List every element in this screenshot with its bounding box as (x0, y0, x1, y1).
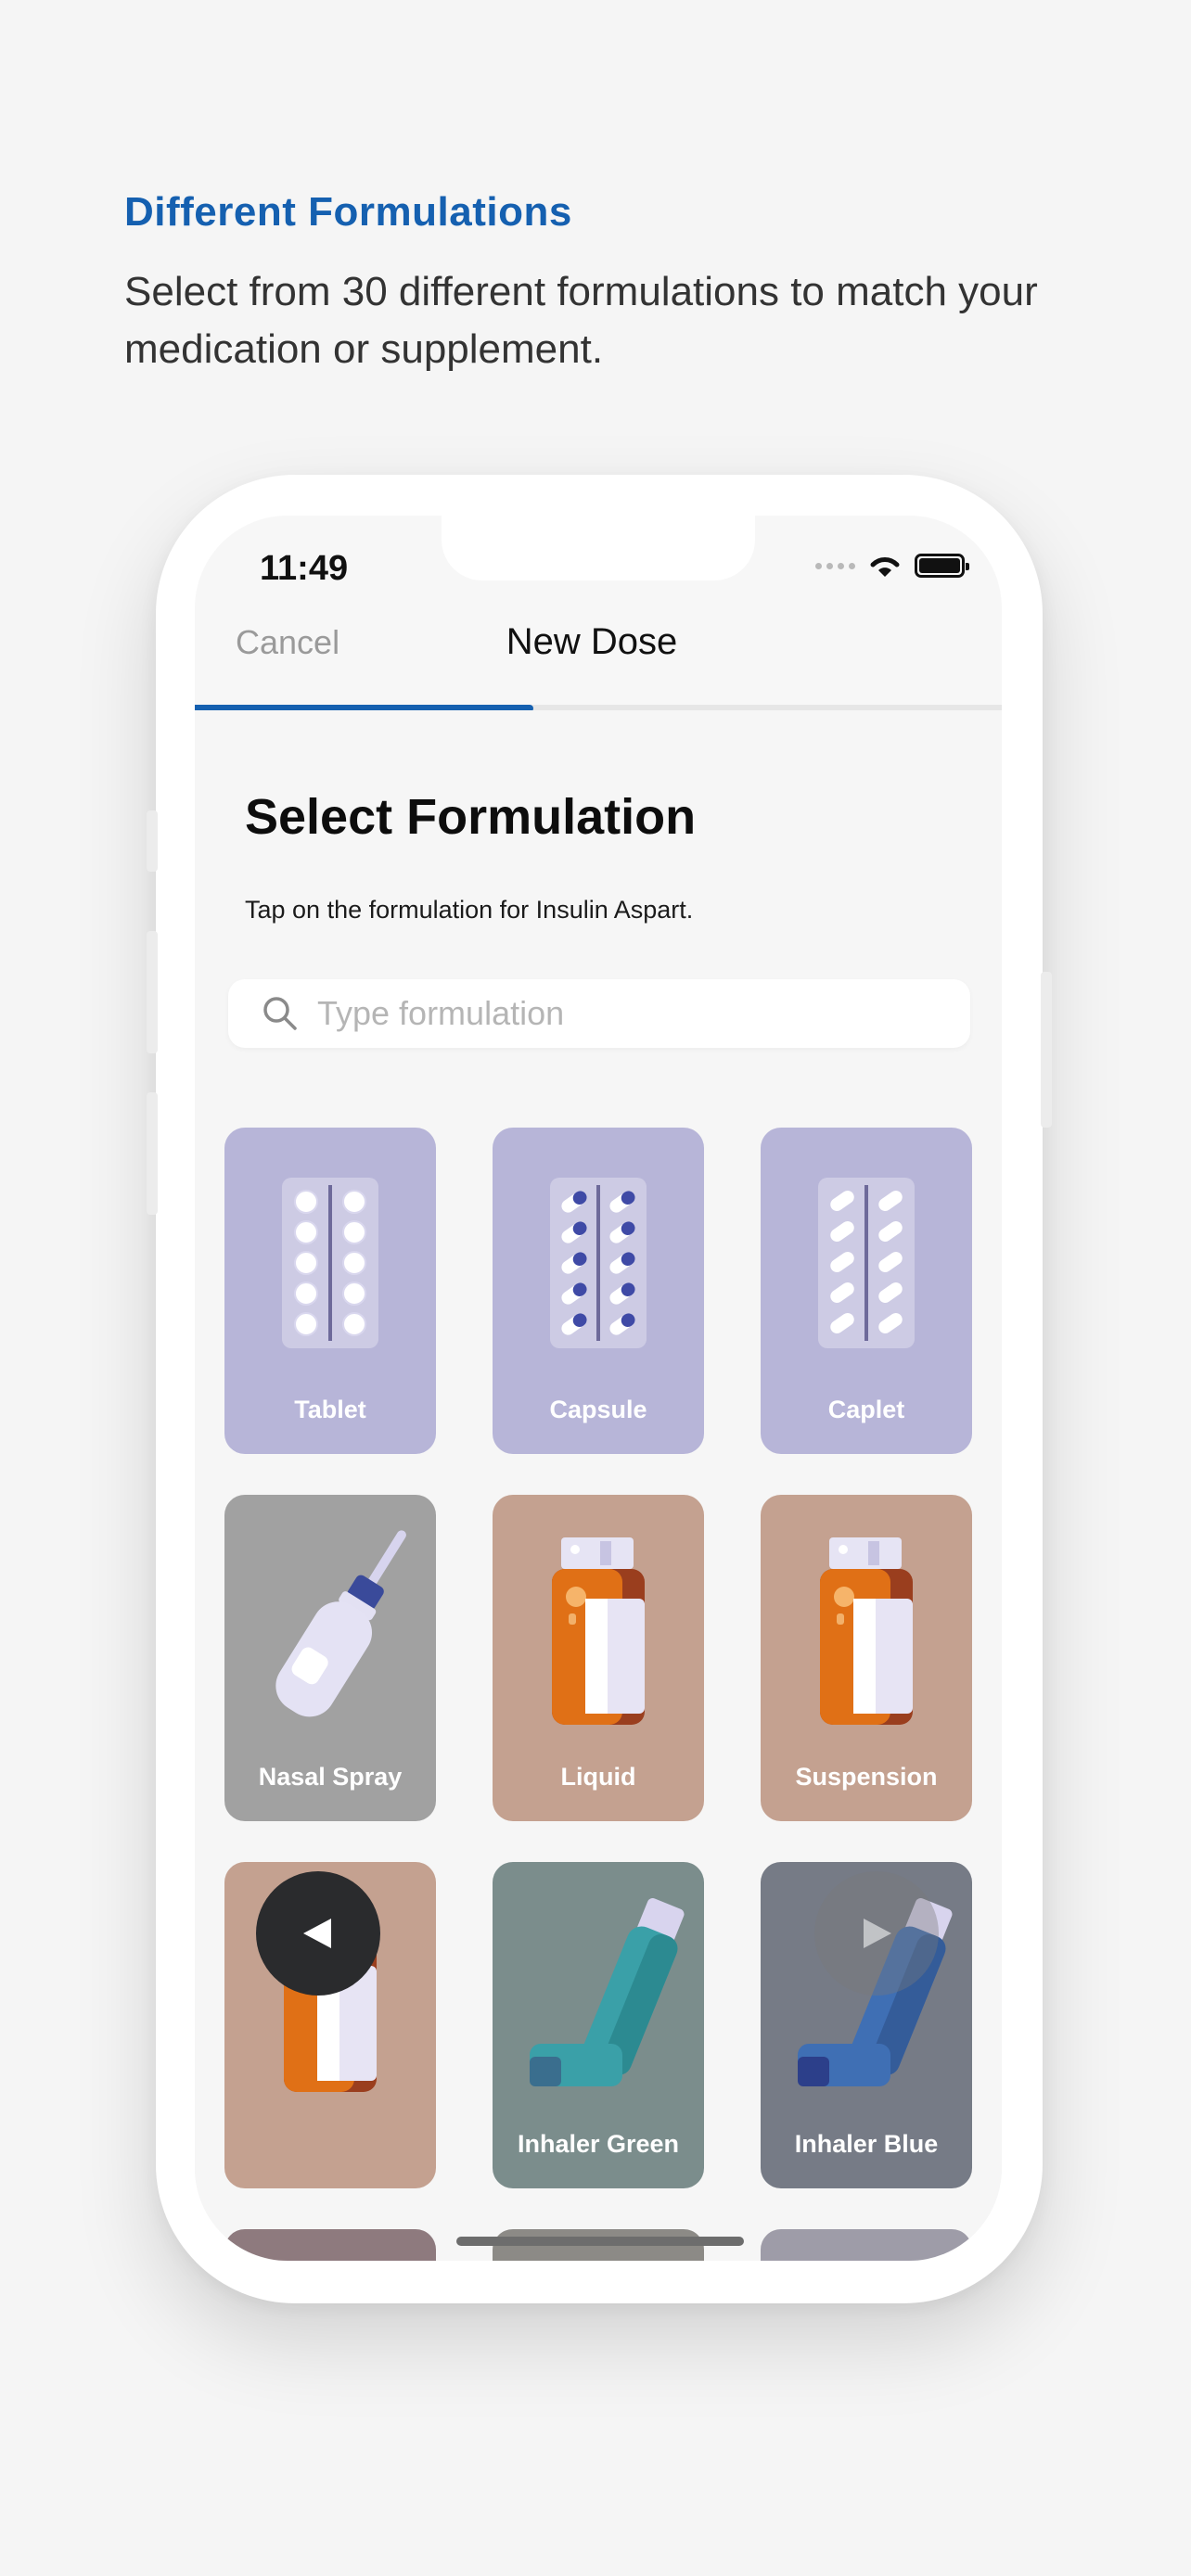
signal-icon (815, 562, 855, 569)
volume-up-button (147, 931, 158, 1053)
formulation-label: Tablet (294, 1396, 366, 1423)
formulation-label: Inhaler Green (517, 2130, 680, 2158)
formulation-card-suspension[interactable]: Suspension (761, 1495, 972, 1821)
battery-icon (915, 554, 969, 578)
content-area: Select Formulation Tap on the formulatio… (195, 710, 1002, 2261)
nav-title: New Dose (195, 621, 1002, 663)
previous-button[interactable] (256, 1871, 380, 1996)
formulation-card-nasal-spray[interactable]: Nasal Spray (224, 1495, 436, 1821)
formulation-label: Liquid (560, 1763, 636, 1791)
volume-down-button (147, 1092, 158, 1215)
status-icons (815, 553, 969, 579)
search-input[interactable] (317, 994, 948, 1033)
formulation-card-capsule[interactable]: Capsule (493, 1128, 704, 1454)
status-time: 11:49 (260, 549, 349, 588)
notch (442, 516, 755, 580)
formulation-label: Suspension (795, 1763, 938, 1791)
page-heading: Select Formulation (245, 789, 697, 845)
next-button[interactable] (814, 1871, 939, 1996)
mute-switch (147, 810, 158, 872)
phone-screen: 11:49 Cancel New Dose Select Formulation… (195, 516, 1002, 2261)
nav-title-text: New Dose (506, 621, 678, 662)
home-indicator (456, 2237, 744, 2246)
promo-title: Different Formulations (124, 189, 572, 235)
formulation-card-caplet[interactable]: Caplet (761, 1128, 972, 1454)
formulation-card-tablet[interactable]: Tablet (224, 1128, 436, 1454)
stage: Different Formulations Select from 30 di… (0, 0, 1191, 2576)
formulation-label: Inhaler Blue (794, 2130, 939, 2158)
triangle-right-icon (864, 1919, 891, 1948)
formulation-card-liquid[interactable]: Liquid (493, 1495, 704, 1821)
formulation-card-partial[interactable] (224, 2229, 436, 2261)
wifi-icon (870, 557, 900, 577)
search-icon (263, 997, 297, 1030)
formulation-card-inhaler-green[interactable]: Inhaler Green (493, 1862, 704, 2188)
triangle-left-icon (303, 1919, 331, 1948)
search-field[interactable] (228, 979, 970, 1048)
power-button (1041, 972, 1052, 1128)
promo-subtitle: Select from 30 different formulations to… (124, 269, 1038, 372)
formulation-card-partial[interactable] (761, 2229, 972, 2261)
formulation-label: Caplet (827, 1396, 905, 1423)
formulation-label: Capsule (549, 1396, 647, 1423)
formulation-label: Nasal Spray (258, 1763, 403, 1791)
instruction-text: Tap on the formulation for Insulin Aspar… (245, 896, 694, 924)
